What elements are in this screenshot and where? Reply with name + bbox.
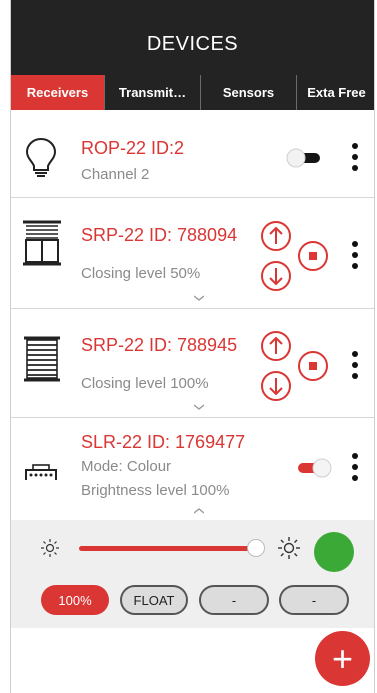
device-list: ROP-22 ID:2 Channel 2 SRP-22 ID: 788094 … (11, 110, 374, 520)
device-name: SRP-22 ID: 788094 (81, 225, 238, 245)
device-row-slr22[interactable]: SLR-22 ID: 1769477 Mode: Colour Brightne… (11, 418, 374, 520)
power-toggle[interactable] (295, 458, 333, 478)
arrow-up-icon[interactable] (260, 220, 292, 252)
brightness-high-icon (278, 537, 300, 559)
power-toggle[interactable] (285, 148, 323, 168)
app-screen: DEVICES Receivers Transmit… Sensors Exta… (10, 0, 375, 693)
more-options-icon[interactable] (351, 351, 359, 381)
arrow-up-icon[interactable] (260, 330, 292, 362)
closing-level-text: Closing level 50% (81, 265, 201, 282)
device-name: SRP-22 ID: 788945 (81, 335, 238, 355)
mode-text: Mode: Colour (81, 458, 172, 475)
device-name: SLR-22 ID: 1769477 (81, 432, 246, 452)
device-row-srp22-788094[interactable]: SRP-22 ID: 788094 Closing level 50% (11, 198, 374, 309)
more-options-icon[interactable] (351, 453, 359, 483)
color-picker-button[interactable] (314, 532, 354, 572)
tab-bar: Receivers Transmit… Sensors Exta Free (11, 75, 374, 110)
led-control-panel: 100% FLOAT - - (11, 520, 374, 628)
app-header: DEVICES (11, 0, 374, 75)
tab-transmitters[interactable]: Transmit… (105, 75, 201, 110)
tab-exta-free[interactable]: Exta Free (297, 75, 374, 110)
light-bulb-icon (25, 137, 57, 177)
chevron-down-icon[interactable] (194, 402, 204, 412)
preset-empty-button-2[interactable]: - (279, 585, 349, 615)
page-title: DEVICES (146, 33, 239, 55)
brightness-level-text: Brightness level 100% (81, 482, 230, 499)
more-options-icon[interactable] (351, 241, 359, 271)
brightness-slider-handle[interactable] (247, 539, 265, 557)
closing-level-text: Closing level 100% (81, 375, 209, 392)
device-channel: Channel 2 (81, 166, 150, 183)
chevron-down-icon[interactable] (194, 293, 204, 303)
chevron-up-icon[interactable] (194, 506, 204, 516)
device-row-rop22[interactable]: ROP-22 ID:2 Channel 2 (11, 110, 374, 198)
preset-100-button[interactable]: 100% (41, 585, 109, 615)
preset-float-button[interactable]: FLOAT (120, 585, 188, 615)
arrow-down-icon[interactable] (260, 370, 292, 402)
device-row-srp22-788945[interactable]: SRP-22 ID: 788945 Closing level 100% (11, 309, 374, 418)
preset-empty-button-1[interactable]: - (199, 585, 269, 615)
stop-icon[interactable] (297, 350, 329, 382)
device-name: ROP-22 ID:2 (81, 138, 185, 158)
brightness-low-icon (41, 539, 59, 557)
brightness-slider[interactable] (79, 546, 255, 551)
tab-sensors[interactable]: Sensors (201, 75, 297, 110)
more-options-icon[interactable] (351, 143, 359, 173)
window-blind-icon (23, 220, 61, 266)
tab-receivers[interactable]: Receivers (11, 75, 105, 110)
arrow-down-icon[interactable] (260, 260, 292, 292)
stop-icon[interactable] (297, 240, 329, 272)
add-device-button[interactable]: + (315, 631, 370, 686)
roller-shutter-icon (24, 336, 60, 382)
led-strip-icon (25, 464, 57, 480)
